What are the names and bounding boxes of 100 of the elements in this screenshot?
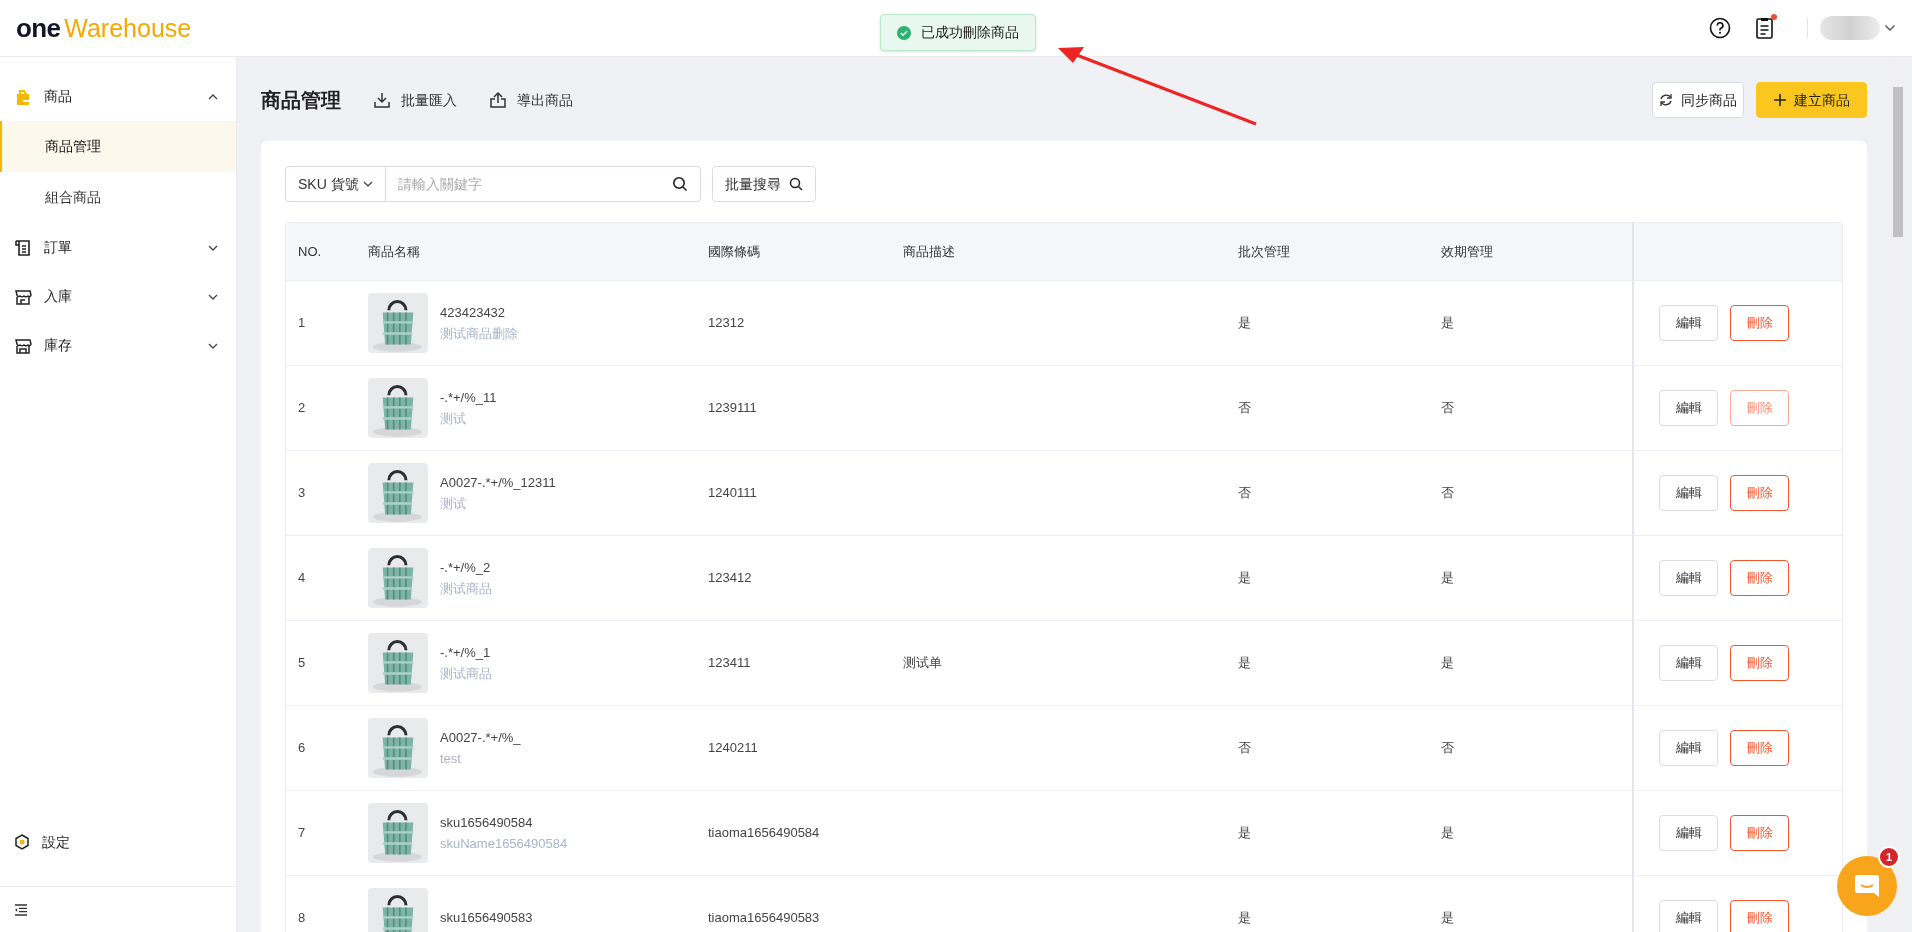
delete-button[interactable]: 刪除 xyxy=(1730,900,1789,932)
sidebar-subitem[interactable]: 組合商品 xyxy=(0,172,236,223)
edit-button[interactable]: 編輯 xyxy=(1659,645,1718,681)
table-cell-text: 3 xyxy=(297,484,307,503)
table-cell: tiaoma1656490584 xyxy=(708,825,820,841)
chevron-down-icon xyxy=(208,342,218,349)
product-sku: A0027-.*+/%_12311 xyxy=(440,473,556,492)
product-sku: -.*+/%_1 xyxy=(440,643,492,662)
table-cell-text: 2 xyxy=(297,399,307,418)
upload-icon xyxy=(489,91,507,109)
table-cell: 是 xyxy=(1441,910,1454,926)
chevron-down-icon xyxy=(208,244,218,251)
table-cell: 测试单 xyxy=(903,655,942,671)
edit-button[interactable]: 編輯 xyxy=(1659,730,1718,766)
column-header: NO. xyxy=(297,242,323,261)
product-name: 测试 xyxy=(440,410,467,428)
bulk-search-button[interactable]: 批量搜尋 xyxy=(712,166,816,202)
table-cell: 是 xyxy=(1441,825,1454,841)
table-cell-text: 6 xyxy=(297,739,307,758)
product-name: 测试商品 xyxy=(440,665,492,683)
chevron-up-icon xyxy=(208,93,218,100)
sidebar-item[interactable]: 庫存 xyxy=(0,321,236,370)
chat-icon xyxy=(1853,873,1881,899)
table-cell: 123411 xyxy=(708,655,751,671)
table-cell: 是 xyxy=(1238,655,1251,671)
page-title: 商品管理 xyxy=(261,88,341,113)
delete-button[interactable]: 刪除 xyxy=(1730,645,1789,681)
edit-button[interactable]: 編輯 xyxy=(1659,475,1718,511)
delete-button[interactable]: 刪除 xyxy=(1730,815,1789,851)
delete-button[interactable]: 刪除 xyxy=(1730,560,1789,596)
chevron-down-icon xyxy=(208,293,218,300)
import-link[interactable]: 批量匯入 xyxy=(373,89,457,111)
edit-button[interactable]: 編輯 xyxy=(1659,390,1718,426)
column-header: 商品名稱 xyxy=(367,242,421,261)
sidebar-subitem[interactable]: 商品管理 xyxy=(0,121,236,172)
edit-button[interactable]: 編輯 xyxy=(1659,815,1718,851)
logo: oneWarehouse xyxy=(16,11,192,45)
plus-icon xyxy=(1773,94,1786,106)
scrollbar-thumb[interactable] xyxy=(1893,87,1903,237)
table-cell-text: 7 xyxy=(297,824,307,843)
help-icon[interactable] xyxy=(1709,17,1731,39)
column-header: 效期管理 xyxy=(1440,242,1494,261)
table-cell-text: 8 xyxy=(297,909,307,928)
search-icon[interactable] xyxy=(672,176,688,192)
delete-button[interactable]: 刪除 xyxy=(1730,730,1789,766)
table-cell: 1239111 xyxy=(708,400,757,416)
sidebar-item[interactable]: 商品 xyxy=(0,72,236,121)
store-icon xyxy=(14,287,32,306)
product-sku: 423423432 xyxy=(440,303,507,322)
product-name: 测试商品删除 xyxy=(440,325,518,343)
table-cell: 否 xyxy=(1238,485,1251,501)
delete-button[interactable]: 刪除 xyxy=(1730,305,1789,341)
delete-button[interactable]: 刪除 xyxy=(1730,475,1789,511)
table-cell: 1240211 xyxy=(708,740,758,756)
create-button[interactable]: 建立商品 xyxy=(1756,82,1867,118)
product-sku: sku1656490584 xyxy=(440,813,534,832)
table-cell: 1240111 xyxy=(708,485,757,501)
table-cell: 是 xyxy=(1441,315,1454,331)
table-cell-text: 1 xyxy=(297,314,307,333)
product-name: test xyxy=(440,750,462,768)
table-cell-text: 5 xyxy=(297,654,307,673)
receipt-icon xyxy=(14,238,32,257)
table-cell: 是 xyxy=(1238,910,1251,926)
success-toast: 已成功刪除商品 xyxy=(880,14,1036,51)
table-cell: 123412 xyxy=(708,570,752,586)
search-icon xyxy=(789,177,803,191)
clipboard-icon[interactable] xyxy=(1755,16,1775,40)
chevron-down-icon[interactable] xyxy=(1884,24,1896,32)
collapse-menu-icon[interactable] xyxy=(14,903,28,916)
product-name: skuName1656490584 xyxy=(440,835,568,853)
search-field[interactable]: SKU 貨號 請輸入關鍵字 xyxy=(285,166,701,202)
table-cell: 是 xyxy=(1441,570,1454,586)
product-name: 测试商品 xyxy=(440,580,492,598)
sidebar-item[interactable]: 訂單 xyxy=(0,223,236,272)
chevron-down-icon xyxy=(362,181,373,187)
product-name: 测试 xyxy=(440,495,467,513)
edit-button[interactable]: 編輯 xyxy=(1659,900,1718,932)
bag-icon xyxy=(14,87,32,106)
edit-button[interactable]: 編輯 xyxy=(1659,305,1718,341)
table-cell: 否 xyxy=(1441,400,1454,416)
export-link[interactable]: 導出商品 xyxy=(489,89,573,111)
settings-item[interactable]: 設定 xyxy=(0,818,236,866)
edit-button[interactable]: 編輯 xyxy=(1659,560,1718,596)
product-sku: A0027-.*+/%_ xyxy=(440,728,521,747)
hexagon-icon xyxy=(14,834,30,850)
warehouse-icon xyxy=(14,336,32,355)
table-cell: 12312 xyxy=(708,315,745,331)
product-sku: -.*+/%_2 xyxy=(440,558,492,577)
table-cell-text: 4 xyxy=(297,569,307,588)
table-cell: 否 xyxy=(1238,740,1251,756)
product-sku: sku1656490583 xyxy=(440,909,533,928)
table-cell: 否 xyxy=(1441,740,1454,756)
column-header: 國際條碼 xyxy=(707,242,761,261)
sync-button[interactable]: 同步商品 xyxy=(1652,82,1744,118)
table-cell: 是 xyxy=(1441,655,1454,671)
table-cell: 否 xyxy=(1238,400,1251,416)
sidebar-item[interactable]: 入庫 xyxy=(0,272,236,321)
table-cell: tiaoma1656490583 xyxy=(708,910,820,926)
success-icon xyxy=(897,25,911,40)
field-type-dropdown[interactable]: SKU 貨號 xyxy=(286,167,386,201)
